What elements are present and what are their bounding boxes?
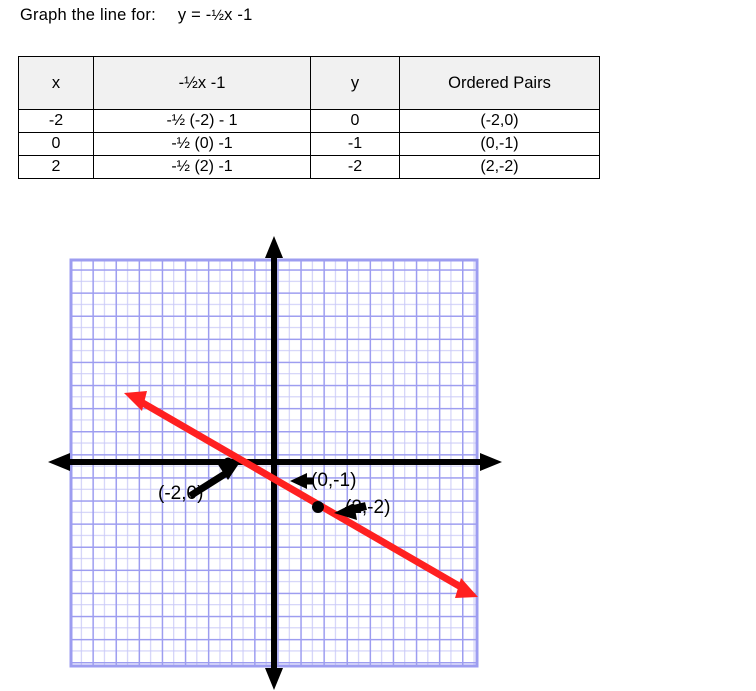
prompt-line: Graph the line for: y = -½x -1 xyxy=(20,6,252,25)
cell-x: -2 xyxy=(18,109,94,133)
cell-pair: (-2,0) xyxy=(399,109,600,133)
equation-prefix: y = - xyxy=(177,6,212,24)
cell-expr: -½ (-2) - 1 xyxy=(93,109,311,133)
table-body: -2 -½ (-2) - 1 0 (-2,0) 0 -½ (0) -1 -1 (… xyxy=(18,109,600,179)
point-label-2-neg2: (2,-2) xyxy=(345,497,391,518)
cell-x: 0 xyxy=(18,132,94,156)
table-header-row: x -½x -1 y Ordered Pairs xyxy=(18,56,600,110)
prompt-label: Graph the line for: xyxy=(20,6,156,24)
point-label-0-neg1: (0,-1) xyxy=(311,470,357,491)
column-header-expr: -½x -1 xyxy=(93,56,311,110)
cell-y: 0 xyxy=(310,109,400,133)
table-row: -2 -½ (-2) - 1 0 (-2,0) xyxy=(18,109,600,133)
coordinate-plane xyxy=(48,236,502,690)
point-label-neg2-0: (-2,0) xyxy=(158,483,204,504)
column-header-y: y xyxy=(310,56,400,110)
cell-x: 2 xyxy=(18,155,94,179)
cell-expr: -½ (2) -1 xyxy=(93,155,311,179)
column-header-pairs: Ordered Pairs xyxy=(399,56,600,110)
equation-fraction: ½ xyxy=(211,7,225,24)
point-marker-2-neg2 xyxy=(312,501,324,513)
cell-pair: (0,-1) xyxy=(399,132,600,156)
table-row: 2 -½ (2) -1 -2 (2,-2) xyxy=(18,155,600,179)
values-table: x -½x -1 y Ordered Pairs -2 -½ (-2) - 1 … xyxy=(18,56,600,179)
cell-pair: (2,-2) xyxy=(399,155,600,179)
equation-suffix: x -1 xyxy=(224,6,253,24)
prompt-equation: y = -½x -1 xyxy=(178,6,253,24)
table-header: x -½x -1 y Ordered Pairs xyxy=(18,56,600,110)
cell-y: -2 xyxy=(310,155,400,179)
column-header-x: x xyxy=(18,56,94,110)
graph-area: (-2,0) (0,-1) (2,-2) xyxy=(0,200,756,691)
table-row: 0 -½ (0) -1 -1 (0,-1) xyxy=(18,132,600,156)
cell-expr: -½ (0) -1 xyxy=(93,132,311,156)
cell-y: -1 xyxy=(310,132,400,156)
